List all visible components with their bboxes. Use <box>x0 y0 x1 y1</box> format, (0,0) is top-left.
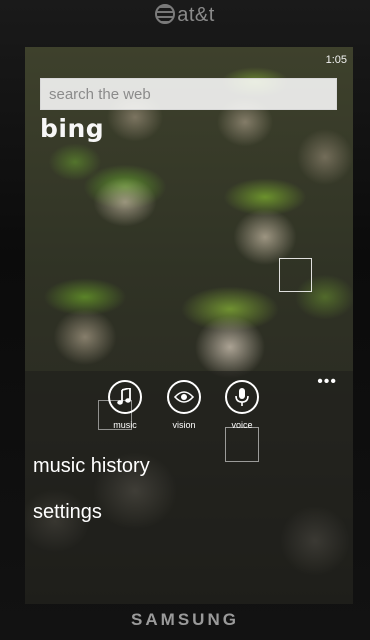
phone-bezel: at&t 1:05 bing ••• music <box>0 0 370 640</box>
vision-label: vision <box>172 420 196 430</box>
image-hotspot[interactable] <box>279 258 312 292</box>
music-button[interactable]: music <box>100 380 150 430</box>
brand-logo: SAMSUNG <box>131 610 239 629</box>
bing-logo: bing <box>40 114 105 143</box>
menu-item-music-history[interactable]: music history <box>33 455 150 478</box>
att-globe-icon <box>155 4 176 24</box>
screen: 1:05 bing ••• music <box>25 47 353 604</box>
more-options-icon[interactable]: ••• <box>317 374 337 390</box>
image-hotspot[interactable] <box>225 427 259 462</box>
vision-button[interactable]: vision <box>159 380 209 430</box>
menu-item-settings[interactable]: settings <box>33 501 102 524</box>
voice-button[interactable]: voice <box>217 380 267 430</box>
music-label: music <box>113 420 137 430</box>
music-note-icon <box>108 380 142 414</box>
eye-icon <box>167 380 201 414</box>
search-input[interactable] <box>41 79 336 109</box>
carrier-name: at&t <box>177 4 215 26</box>
search-box[interactable] <box>40 78 337 110</box>
status-time: 1:05 <box>325 54 347 66</box>
microphone-icon <box>225 380 259 414</box>
carrier-logo: at&t <box>0 0 370 30</box>
voice-label: voice <box>231 420 253 430</box>
